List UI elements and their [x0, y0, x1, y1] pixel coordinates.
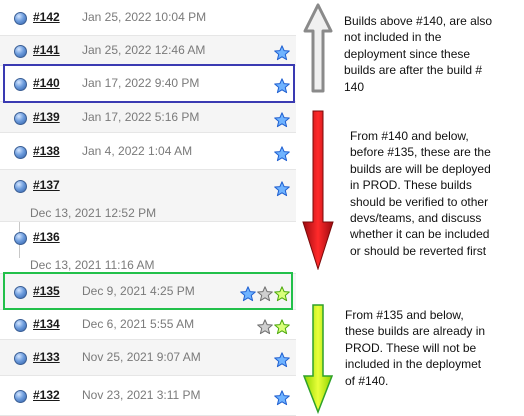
blue-star-icon	[274, 78, 290, 94]
build-number-link[interactable]: #134	[33, 317, 60, 331]
note-builds-to-deploy: From #140 and below, before #135, these …	[350, 129, 491, 258]
green-down-arrow-icon	[303, 304, 333, 414]
build-row: #138 Jan 4, 2022 1:04 AM	[0, 133, 296, 170]
build-badges	[240, 286, 290, 302]
blue-ball-icon	[14, 352, 27, 365]
build-row: #140 Jan 17, 2022 9:40 PM	[0, 66, 296, 102]
blue-ball-icon	[14, 390, 27, 403]
note-builds-in-prod: From #135 and below, these builds are al…	[345, 308, 486, 388]
build-date: Nov 23, 2021 3:11 PM	[82, 388, 201, 402]
blue-ball-icon	[14, 180, 27, 193]
gray-up-arrow-icon	[303, 3, 333, 93]
build-badges	[274, 78, 290, 94]
build-number-link[interactable]: #142	[33, 10, 60, 24]
blue-ball-icon	[14, 78, 27, 91]
build-number-link[interactable]: #132	[33, 388, 60, 402]
build-row: #139 Jan 17, 2022 5:16 PM	[0, 102, 296, 133]
build-badges	[274, 146, 290, 162]
build-number-link[interactable]: #140	[33, 76, 60, 90]
blue-ball-icon	[14, 12, 27, 25]
blue-ball-icon	[14, 232, 27, 245]
build-history-list: #142 Jan 25, 2022 10:04 PM #141 Jan 25, 202…	[0, 0, 296, 416]
build-date: Jan 25, 2022 12:46 AM	[82, 43, 206, 57]
build-number-link[interactable]: #138	[33, 144, 60, 158]
build-number-link[interactable]: #141	[33, 43, 60, 57]
blue-ball-icon	[14, 319, 27, 332]
blue-star-icon	[240, 286, 256, 302]
green-star-icon	[274, 319, 290, 335]
gray-star-icon	[257, 286, 273, 302]
build-date: Dec 13, 2021 11:16 AM	[30, 258, 155, 272]
build-badges	[257, 319, 290, 335]
build-number-link[interactable]: #135	[33, 284, 60, 298]
build-date: Jan 17, 2022 5:16 PM	[82, 110, 200, 124]
build-row: #135 Dec 9, 2021 4:25 PM	[0, 274, 296, 310]
blue-ball-icon	[14, 112, 27, 125]
build-date: Dec 9, 2021 4:25 PM	[82, 284, 195, 298]
build-badges	[274, 352, 290, 368]
build-row: #136 Dec 13, 2021 11:16 AM	[0, 222, 296, 274]
blue-star-icon	[274, 146, 290, 162]
build-number-link[interactable]: #137	[33, 178, 60, 192]
build-badges	[274, 112, 290, 128]
build-row: #134 Dec 6, 2021 5:55 AM	[0, 310, 296, 340]
build-row: #137 Dec 13, 2021 12:52 PM	[0, 170, 296, 222]
build-date: Nov 25, 2021 9:07 AM	[82, 350, 201, 364]
blue-star-icon	[274, 45, 290, 61]
build-badges	[274, 181, 290, 197]
blue-star-icon	[274, 390, 290, 406]
build-number-link[interactable]: #133	[33, 350, 60, 364]
gray-star-icon	[257, 319, 273, 335]
build-number-link[interactable]: #136	[33, 230, 60, 244]
build-row: #133 Nov 25, 2021 9:07 AM	[0, 340, 296, 376]
blue-ball-icon	[14, 286, 27, 299]
build-date: Jan 25, 2022 10:04 PM	[82, 10, 207, 24]
blue-ball-icon	[14, 146, 27, 159]
note-builds-above-140: Builds above #140, are also not included…	[344, 14, 493, 94]
build-date: Jan 17, 2022 9:40 PM	[82, 76, 200, 90]
build-badges	[274, 45, 290, 61]
green-star-icon	[274, 286, 290, 302]
build-date: Jan 4, 2022 1:04 AM	[82, 144, 193, 158]
blue-ball-icon	[14, 45, 27, 58]
red-down-arrow-icon	[302, 110, 334, 270]
build-date: Dec 6, 2021 5:55 AM	[82, 317, 195, 331]
build-row: #141 Jan 25, 2022 12:46 AM	[0, 36, 296, 66]
blue-star-icon	[274, 352, 290, 368]
build-number-link[interactable]: #139	[33, 110, 60, 124]
build-row: #132 Nov 23, 2021 3:11 PM	[0, 376, 296, 416]
blue-star-icon	[274, 112, 290, 128]
blue-star-icon	[274, 181, 290, 197]
build-date: Dec 13, 2021 12:52 PM	[30, 206, 157, 220]
build-badges	[274, 390, 290, 406]
build-row: #142 Jan 25, 2022 10:04 PM	[0, 0, 296, 36]
